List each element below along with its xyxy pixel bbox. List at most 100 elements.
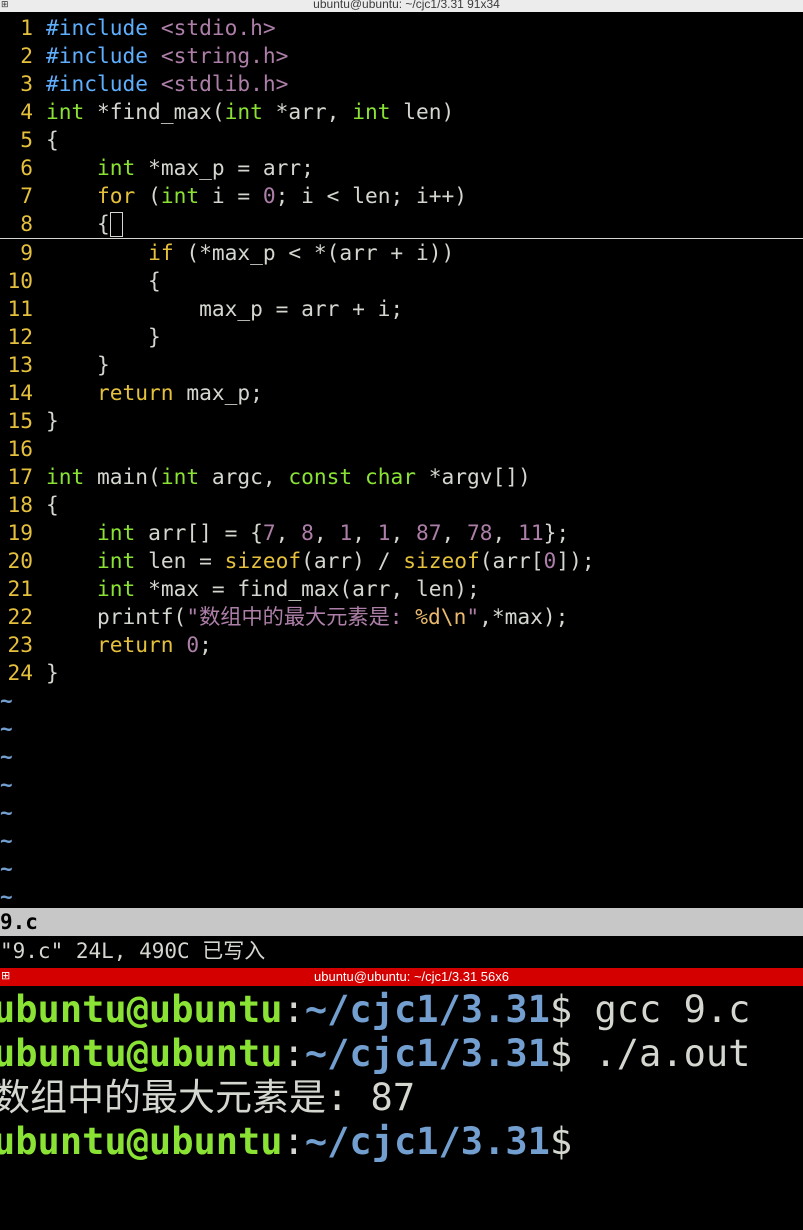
code-line[interactable]: 15} [0, 407, 803, 435]
code-token: len = [135, 548, 225, 573]
code-line[interactable]: 24} [0, 659, 803, 687]
line-number: 9 [20, 240, 33, 265]
line-number: 23 [7, 632, 33, 657]
code-line[interactable]: 7 for (int i = 0; i < len; i++) [0, 182, 803, 210]
empty-buffer-line: ~ [0, 857, 13, 881]
code-token: #include [46, 15, 161, 40]
empty-buffer-line: ~ [0, 689, 13, 713]
code-text: int *max_p = arr; [33, 154, 314, 182]
code-token: ; [199, 632, 212, 657]
code-token: sizeof [403, 548, 480, 573]
code-line[interactable]: 9 if (*max_p < *(arr + i)) [0, 239, 803, 267]
code-line[interactable]: 10 { [0, 267, 803, 295]
code-line[interactable]: 11 max_p = arr + i; [0, 295, 803, 323]
code-token: " [466, 604, 480, 629]
code-token: <stdio.h> [160, 15, 276, 40]
code-token: { [46, 211, 110, 236]
code-line[interactable]: 2 #include <string.h> [0, 42, 803, 70]
prompt-user: ubuntu@ubuntu [0, 1032, 283, 1075]
code-token: char [364, 464, 416, 489]
code-token: }; [543, 520, 570, 545]
line-number: 14 [7, 380, 33, 405]
line-number: 1 [20, 15, 33, 40]
code-token: 87 [416, 520, 442, 545]
code-token: int [46, 99, 85, 124]
terminal-line-4[interactable]: ubuntu@ubuntu:~/cjc1/3.31$ [0, 1120, 803, 1164]
code-line[interactable]: 21 int *max = find_max(arr, len); [0, 575, 803, 603]
code-token: 0 [543, 548, 557, 573]
code-token: int [352, 99, 391, 124]
code-line[interactable]: 14 return max_p; [0, 379, 803, 407]
line-number: 19 [7, 520, 33, 545]
code-line[interactable]: 20 int len = sizeof(arr) / sizeof(arr[0]… [0, 547, 803, 575]
empty-buffer-line: ~ [0, 773, 13, 797]
code-text: int *find_max(int *arr, int len) [33, 98, 454, 126]
code-token: 8 [301, 520, 314, 545]
code-line[interactable]: 4 int *find_max(int *arr, int len) [0, 98, 803, 126]
vim-editor[interactable]: 1 #include <stdio.h> 2 #include <string.h> 3… [0, 14, 803, 911]
code-text: return 0; [33, 631, 212, 659]
code-text: { [33, 126, 59, 154]
code-token: } [46, 660, 59, 685]
terminal2-title: ubuntu@ubuntu: ~/cjc1/3.31 56x6 [314, 969, 509, 984]
line-number: 10 [7, 268, 33, 293]
code-token: return [97, 380, 174, 405]
code-text: if (*max_p < *(arr + i)) [33, 239, 454, 267]
code-text: int len = sizeof(arr) / sizeof(arr[0]); [33, 547, 595, 575]
code-line[interactable]: 17 int main(int argc, const char *argv[]) [0, 463, 803, 491]
line-number: 15 [7, 408, 33, 433]
code-token: int [160, 464, 200, 489]
code-token: int [97, 576, 136, 601]
code-token: { [46, 268, 161, 293]
code-token: 1 [339, 520, 353, 545]
code-text: } [33, 659, 59, 687]
code-token: ]); [556, 548, 595, 573]
code-text: { [33, 210, 123, 238]
code-line[interactable]: 13 } [0, 351, 803, 379]
code-line[interactable]: 1 #include <stdio.h> [0, 14, 803, 42]
line-number: 24 [7, 660, 33, 685]
terminal2-body[interactable]: ubuntu@ubuntu:~/cjc1/3.31$ gcc 9.c ubunt… [0, 988, 803, 1164]
code-token: main( [84, 464, 161, 489]
code-line[interactable]: 12 } [0, 323, 803, 351]
code-token: argc, [199, 464, 289, 489]
code-token: ; i < len; i++) [275, 183, 467, 208]
code-text: { [33, 267, 161, 295]
code-line[interactable]: 19 int arr[] = {7, 8, 1, 1, 87, 78, 11}; [0, 519, 803, 547]
code-line[interactable]: 6 int *max_p = arr; [0, 154, 803, 182]
code-line[interactable]: 16 [0, 435, 803, 463]
window-title-bar[interactable]: ⊞ ubuntu@ubuntu: ~/cjc1/3.31 91x34 [0, 0, 803, 12]
code-token: *argv[]) [415, 464, 531, 489]
window-title: ubuntu@ubuntu: ~/cjc1/3.31 91x34 [313, 0, 500, 11]
terminal-line-2: ubuntu@ubuntu:~/cjc1/3.31$ ./a.out [0, 1032, 803, 1076]
line-number: 17 [7, 464, 33, 489]
code-token: , [492, 520, 519, 545]
code-line[interactable]: 23 return 0; [0, 631, 803, 659]
code-text: int *max = find_max(arr, len); [33, 575, 480, 603]
code-token: for [97, 183, 136, 208]
vim-command-line[interactable]: "9.c" 24L, 490C 已写入 [0, 937, 803, 965]
prompt-symbol: $ [549, 988, 573, 1031]
terminal-output-line: 数组中的最大元素是: 87 [0, 1076, 803, 1120]
code-token: int [97, 520, 136, 545]
code-token: (arr) / [301, 548, 404, 573]
code-line[interactable]: 18 { [0, 491, 803, 519]
code-token: *max_p = arr; [135, 155, 314, 180]
code-token: ( [135, 183, 161, 208]
terminal2-title-bar[interactable]: ⊞ ubuntu@ubuntu: ~/cjc1/3.31 56x6 [0, 968, 803, 986]
code-text: { [33, 491, 59, 519]
command-text: ./a.out [572, 1032, 751, 1075]
status-message: "9.c" 24L, 490C 已写入 [0, 939, 266, 963]
status-filename: 9.c [0, 910, 38, 934]
code-line[interactable]: 5{ [0, 126, 803, 154]
code-line[interactable]: 22 printf("数组中的最大元素是: %d\n",*max); [0, 603, 803, 631]
code-line[interactable]: 8 { [0, 210, 803, 239]
code-token: 0 [262, 183, 276, 208]
code-token: 11 [518, 520, 544, 545]
code-line[interactable]: 3 #include <stdlib.h> [0, 70, 803, 98]
empty-buffer-line: ~ [0, 717, 13, 741]
line-number: 16 [7, 436, 33, 461]
